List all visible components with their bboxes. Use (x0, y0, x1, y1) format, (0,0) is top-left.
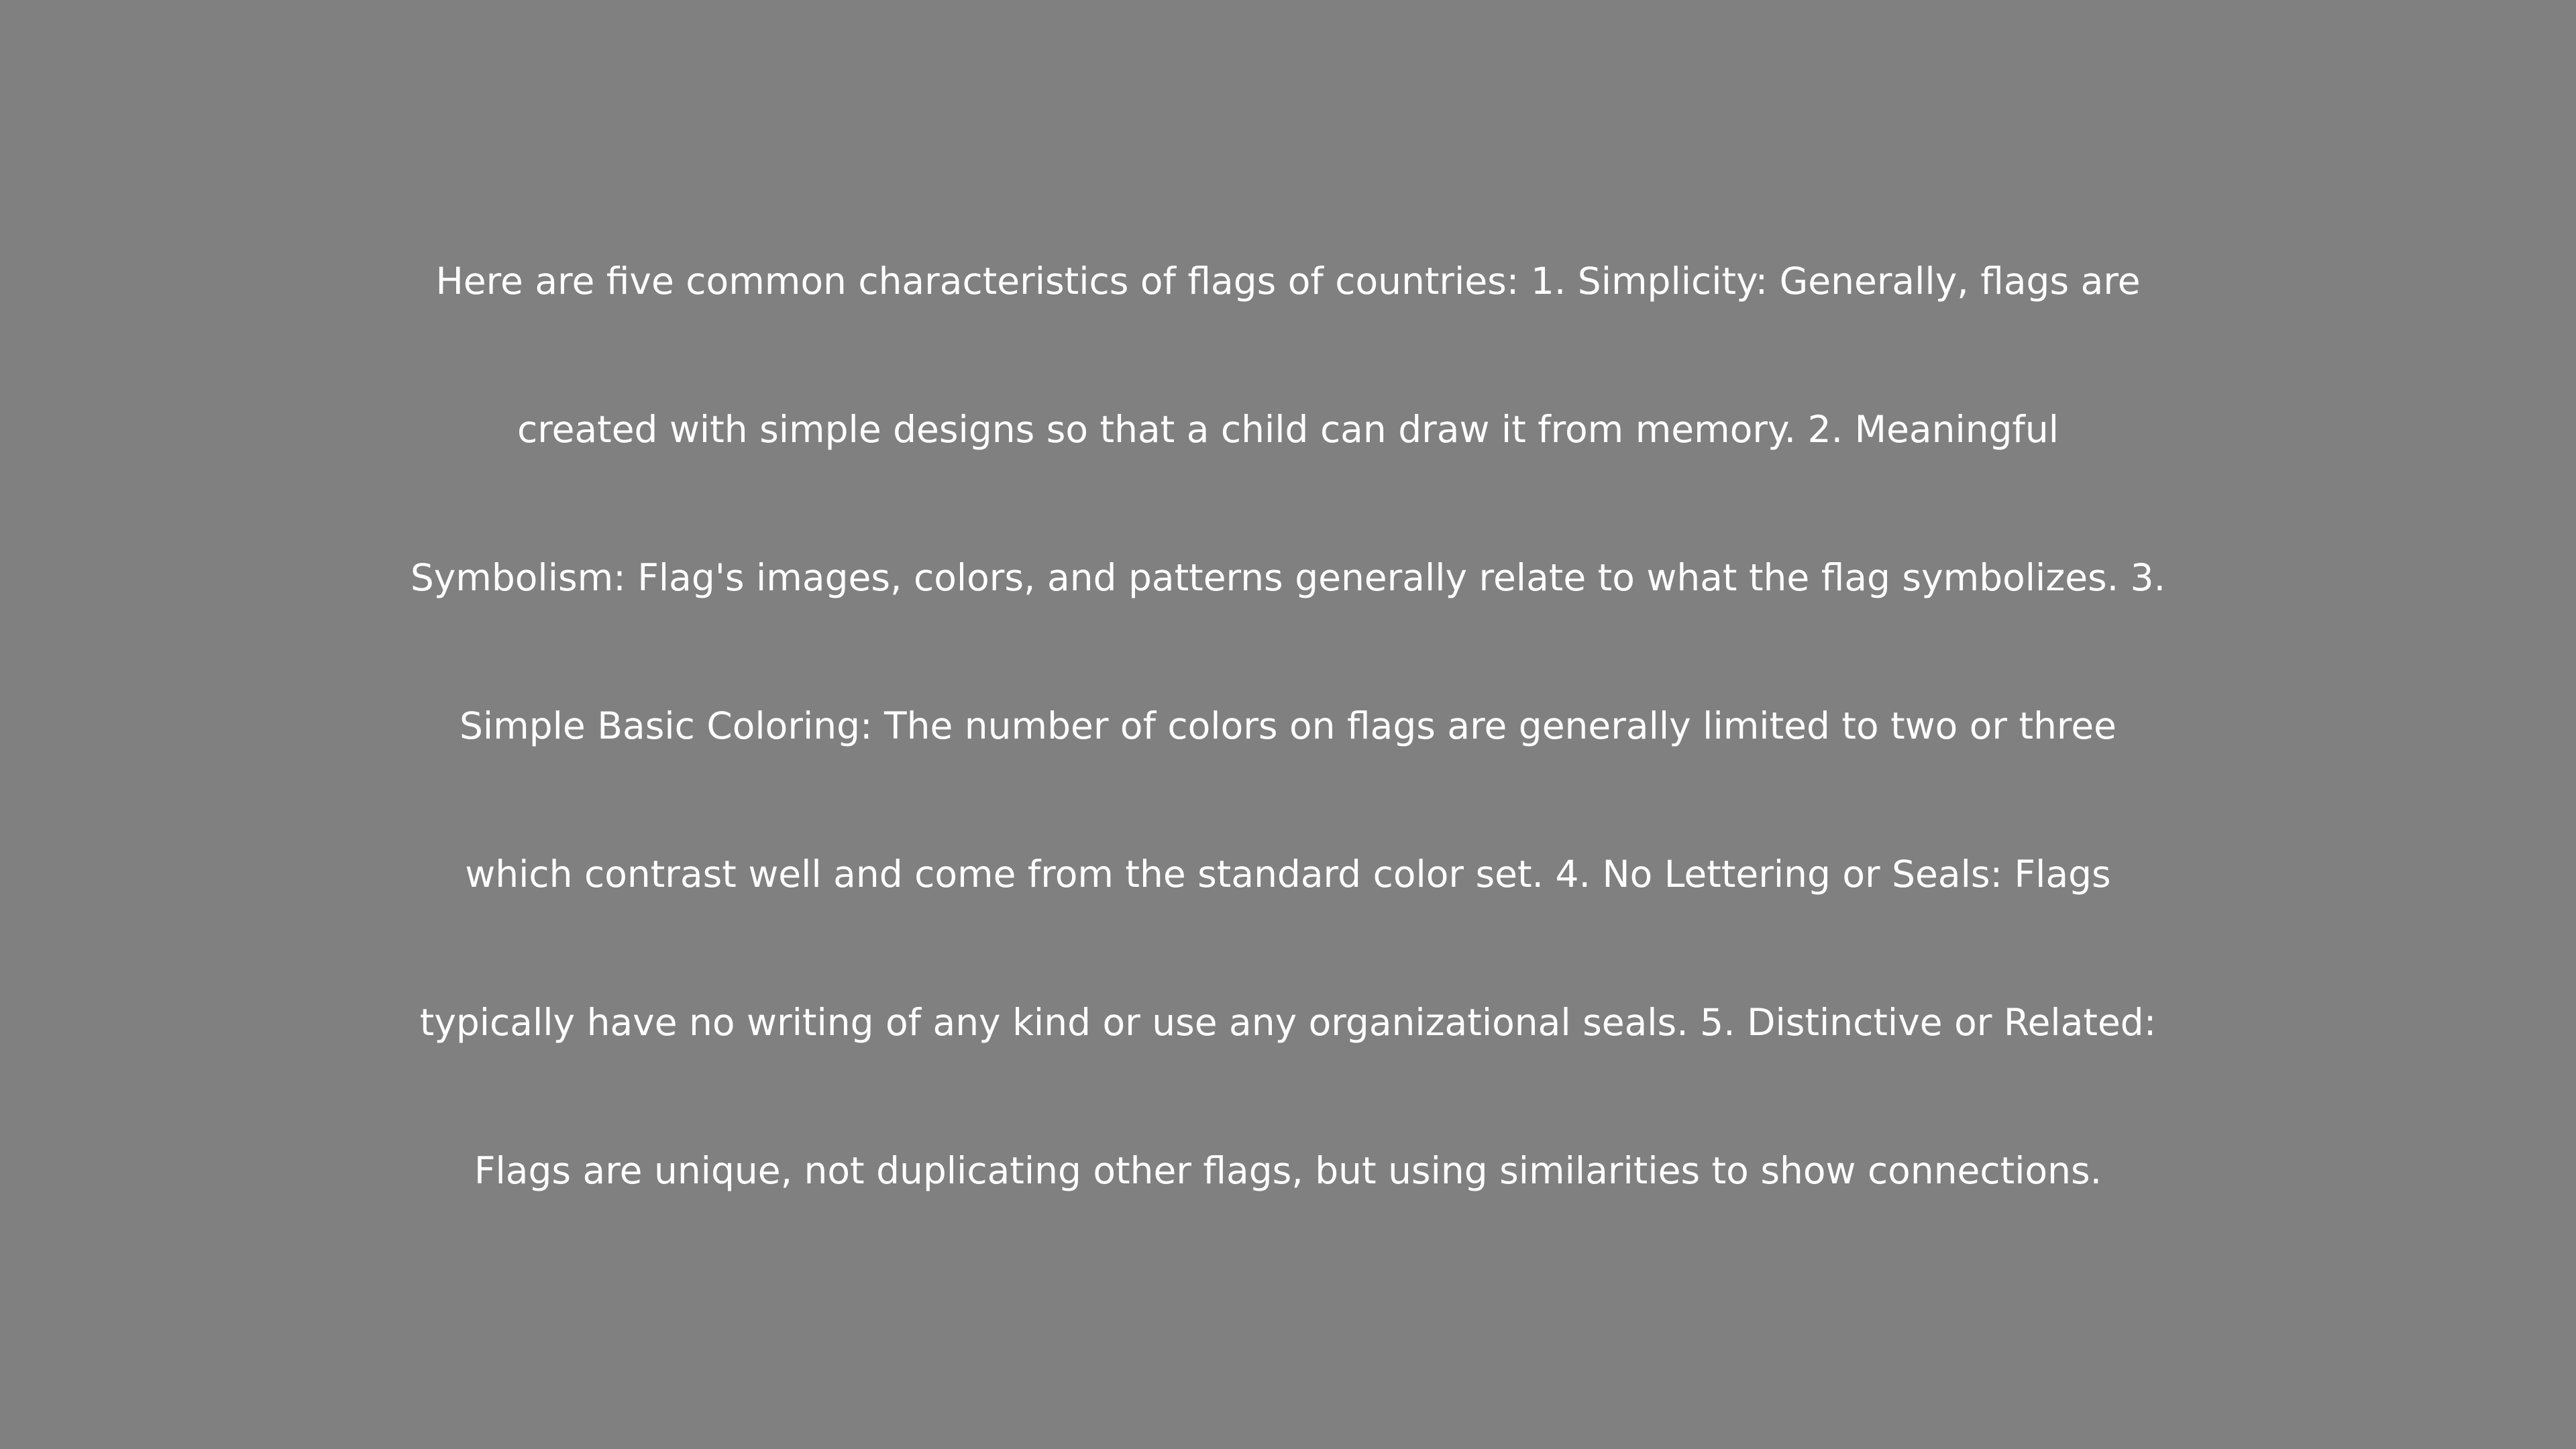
text-line: created with simple designs so that a ch… (517, 408, 2059, 451)
characteristics-text-block: Here are five common characteristics of … (0, 0, 2576, 1449)
text-line: Flags are unique, not duplicating other … (474, 1149, 2102, 1192)
text-line: Simple Basic Coloring: The number of col… (459, 704, 2117, 747)
text-line: typically have no writing of any kind or… (419, 1001, 2157, 1044)
text-line: Here are five common characteristics of … (435, 260, 2141, 303)
slide-background: Here are five common characteristics of … (0, 0, 2576, 1449)
text-line: Symbolism: Flag's images, colors, and pa… (410, 556, 2166, 599)
text-line: which contrast well and come from the st… (465, 853, 2111, 896)
